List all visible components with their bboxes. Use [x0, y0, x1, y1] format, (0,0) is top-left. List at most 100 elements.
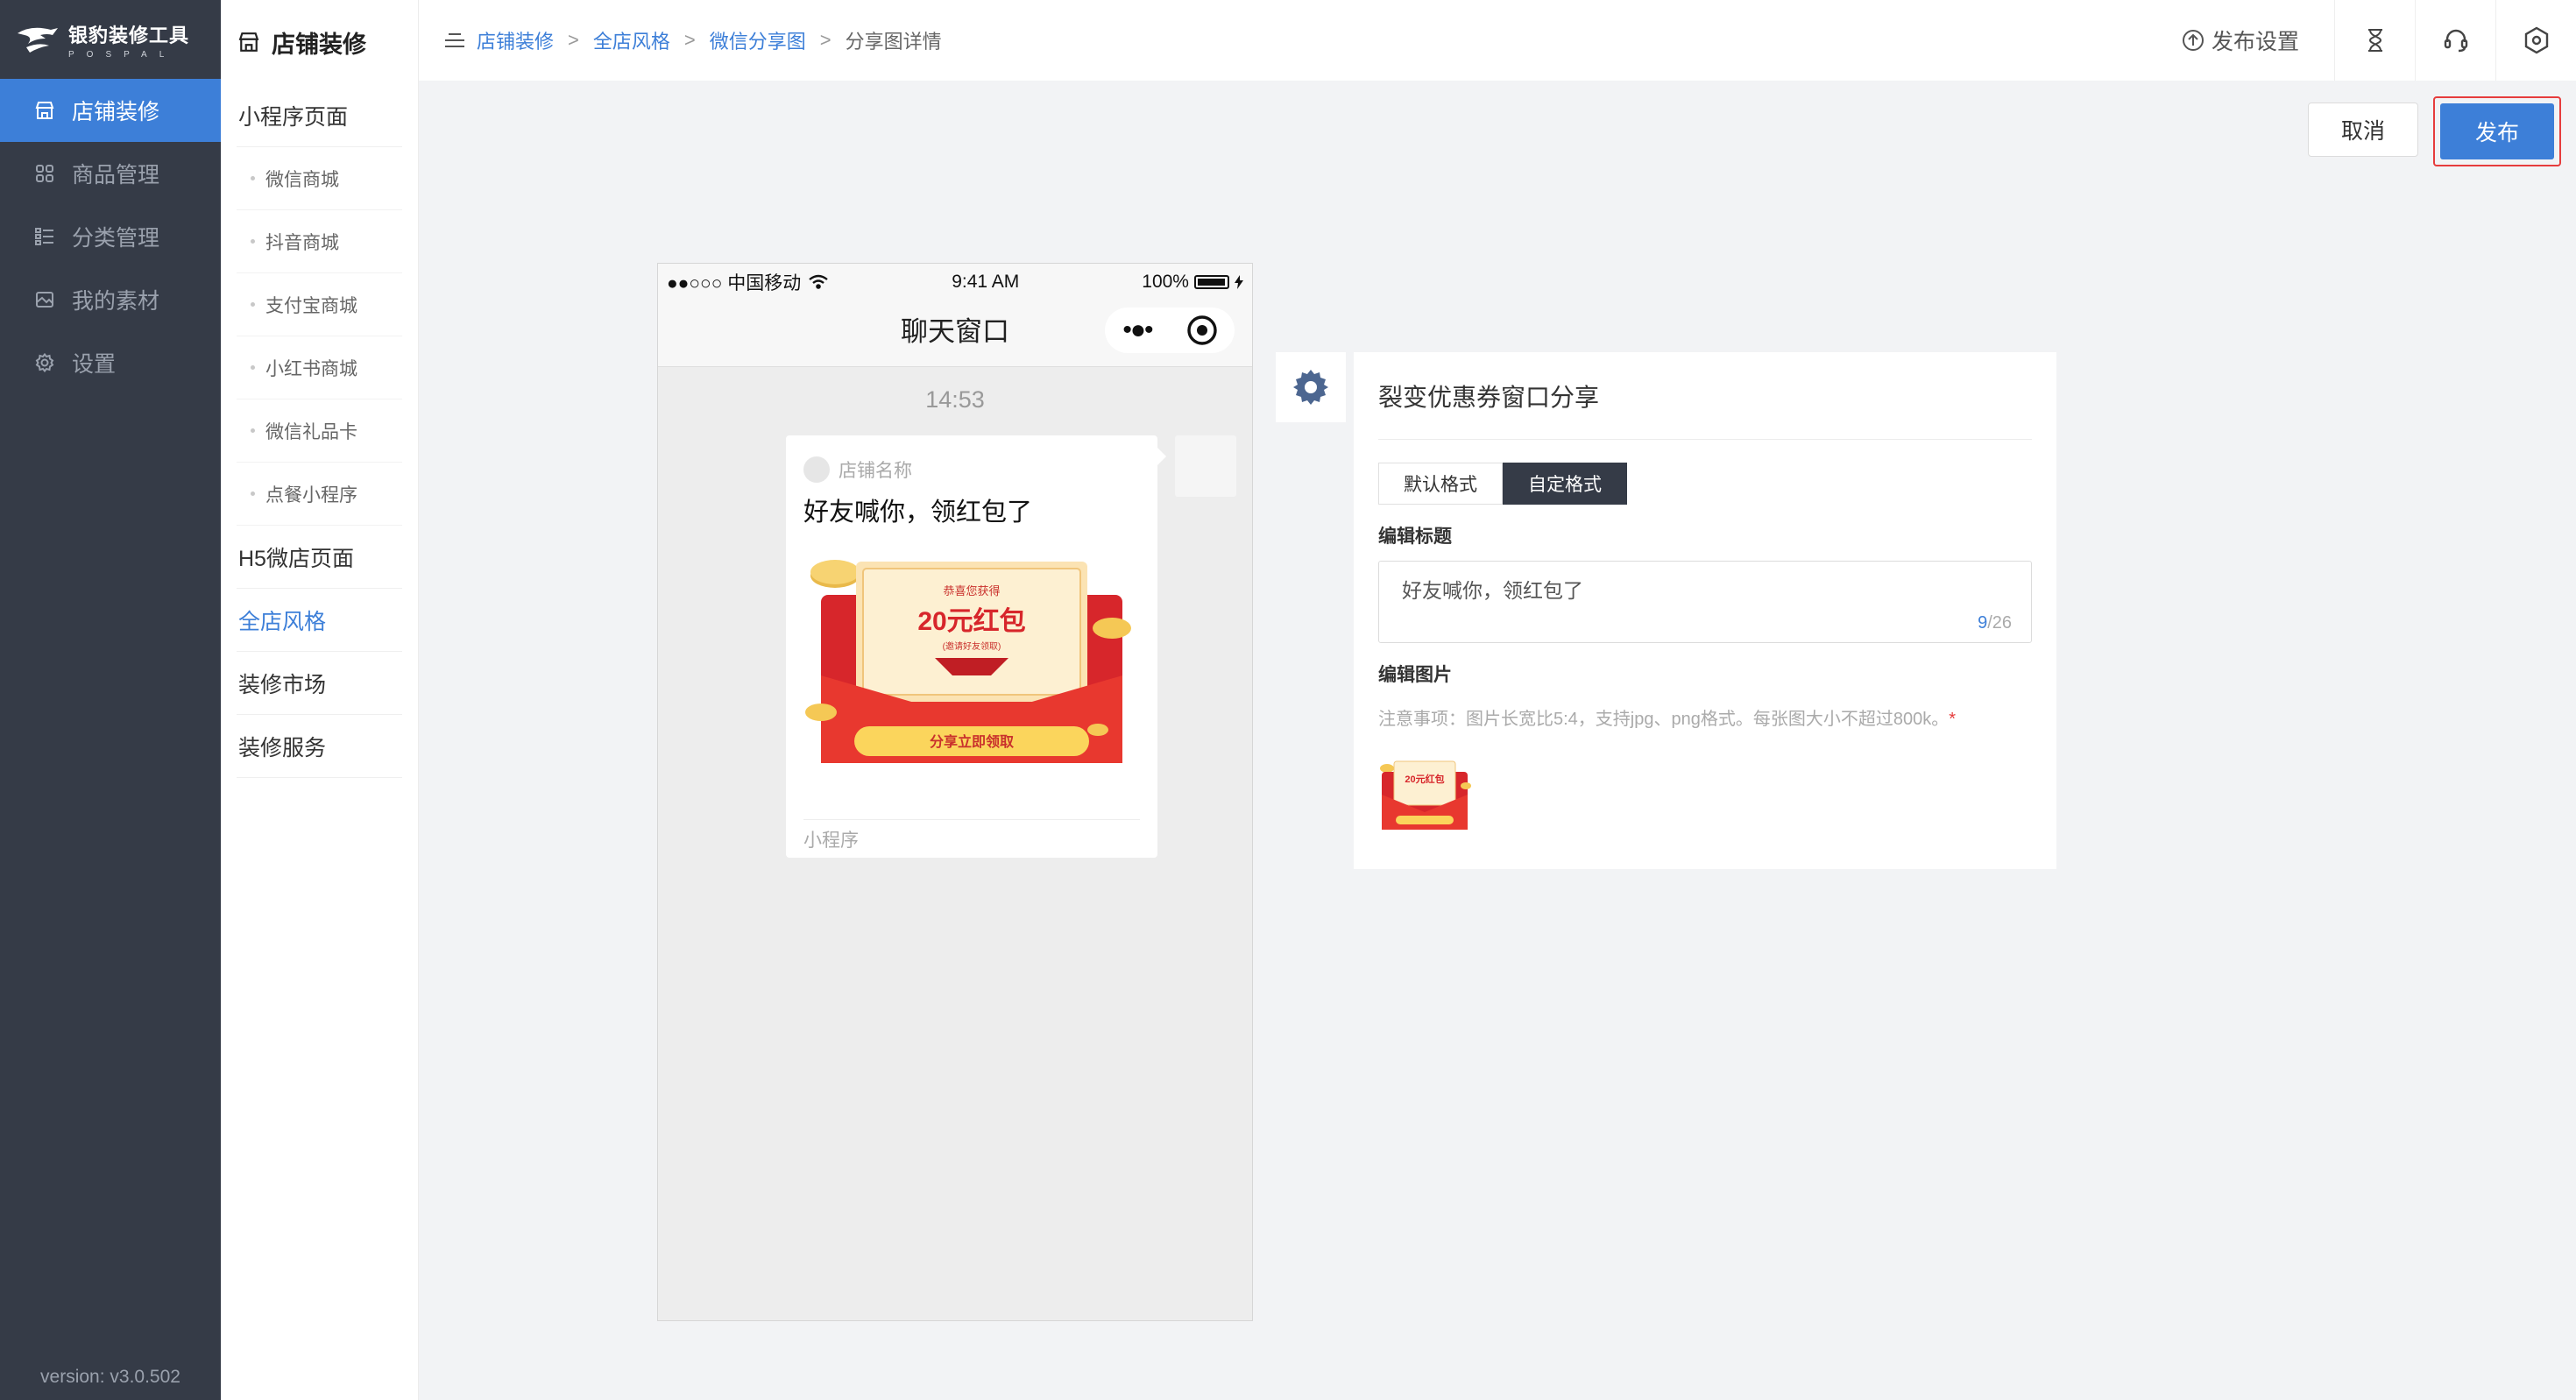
title-textarea[interactable]: 好友喊你，领红包了 9/26 — [1378, 561, 2032, 643]
edit-title-label: 编辑标题 — [1378, 527, 1452, 547]
phone-header: ●●○○○ 中国移动 9:41 AM 100% 聊天窗口 •●• — [658, 264, 1252, 367]
share-card-footer: 小程序 — [803, 819, 1140, 858]
menu-icon[interactable] — [443, 32, 466, 49]
store-icon — [238, 32, 259, 53]
nav-item-categories[interactable]: 分类管理 — [0, 205, 221, 268]
phone-preview: ●●○○○ 中国移动 9:41 AM 100% 聊天窗口 •●• 14:53 店… — [657, 263, 1253, 1321]
nav-label: 我的素材 — [72, 289, 160, 314]
cancel-button[interactable]: 取消 — [2308, 103, 2418, 157]
hourglass-icon — [2367, 29, 2382, 52]
bullet-icon — [251, 302, 255, 307]
version-text: version: v3.0.502 — [40, 1367, 180, 1387]
panel-title: 裂变优惠券窗口分享 — [1378, 352, 2032, 440]
promo-top-text: 恭喜您获得 — [943, 584, 1000, 597]
bullet-icon — [251, 176, 255, 180]
sidebar-item-market[interactable]: 装修市场 — [237, 652, 402, 715]
breadcrumb: 店铺装修 > 全店风格 > 微信分享图 > 分享图详情 — [443, 26, 942, 54]
battery-icon — [1193, 275, 1229, 289]
upload-circle-icon — [2182, 29, 2204, 52]
sidebar-subitem-label: 点餐小程序 — [265, 484, 357, 506]
sidebar-subitem-wechat-mall[interactable]: 微信商城 — [237, 147, 402, 210]
hex-gear-icon — [2524, 26, 2548, 54]
secondary-sidebar: 店铺装修 小程序页面 微信商城 抖音商城 支付宝商城 小红书商城 微信礼品卡 点… — [221, 0, 419, 1400]
sidebar-subitem-label: 微信礼品卡 — [265, 421, 357, 442]
wifi-icon — [809, 274, 829, 289]
nav-item-store-decor[interactable]: 店铺装修 — [0, 79, 221, 142]
status-bar: ●●○○○ 中国移动 9:41 AM 100% — [658, 264, 1252, 301]
bullet-icon — [251, 491, 255, 496]
publish-settings-label: 发布设置 — [2211, 30, 2299, 54]
breadcrumb-separator: > — [683, 29, 696, 51]
image-thumbnail[interactable]: 20元红包 — [1378, 751, 1471, 837]
char-counter: 9/26 — [1978, 613, 2012, 633]
more-dots-icon[interactable]: •●• — [1105, 317, 1170, 343]
breadcrumb-wechat-share[interactable]: 微信分享图 — [710, 26, 806, 54]
tab-custom-format[interactable]: 自定格式 — [1503, 463, 1627, 505]
publish-button[interactable]: 发布 — [2440, 103, 2554, 159]
sidebar-title: 店铺装修 — [272, 31, 366, 58]
store-icon — [33, 99, 56, 122]
breadcrumb-store-decor[interactable]: 店铺装修 — [477, 26, 554, 54]
edit-image-label: 编辑图片 — [1378, 665, 1452, 685]
title-value: 好友喊你，领红包了 — [1402, 579, 1583, 602]
share-card-title: 好友喊你，领红包了 — [803, 498, 1033, 527]
sidebar-subitem-label: 微信商城 — [265, 169, 339, 190]
sidebar-subitem-xiaohongshu-mall[interactable]: 小红书商城 — [237, 336, 402, 399]
image-note: 注意事项：图片长宽比5:4，支持jpg、png格式。每张图大小不超过800k。* — [1378, 704, 2032, 730]
tab-default-format[interactable]: 默认格式 — [1378, 463, 1503, 505]
required-star: * — [1949, 710, 1957, 729]
breadcrumb-store-style[interactable]: 全店风格 — [593, 26, 670, 54]
breadcrumb-current: 分享图详情 — [845, 31, 942, 53]
image-icon — [33, 288, 56, 311]
sidebar-item-store-style[interactable]: 全店风格 — [237, 589, 402, 652]
nav-label: 店铺装修 — [72, 100, 160, 124]
mini-program-capsule[interactable]: •●• — [1105, 308, 1235, 353]
gear-icon — [33, 351, 56, 374]
clock-text: 9:41 AM — [952, 272, 1020, 292]
settings-panel: 裂变优惠券窗口分享 默认格式 自定格式 编辑标题 好友喊你，领红包了 9/26 … — [1354, 352, 2056, 869]
nav-item-products[interactable]: 商品管理 — [0, 142, 221, 205]
sidebar-subitem-douyin-mall[interactable]: 抖音商城 — [237, 210, 402, 273]
user-avatar — [1175, 435, 1236, 497]
gear-icon — [1293, 370, 1328, 405]
sidebar-item-h5[interactable]: H5微店页面 — [237, 526, 402, 589]
sidebar-subitem-label: 抖音商城 — [265, 232, 339, 253]
format-tabs: 默认格式 自定格式 — [1378, 463, 2032, 505]
sidebar-item-service[interactable]: 装修服务 — [237, 715, 402, 778]
main-nav: 银豹装修工具 POSPAL 店铺装修 商品管理 分类管理 我的素材 设置 ver… — [0, 0, 221, 1400]
logo: 银豹装修工具 POSPAL — [0, 0, 221, 79]
share-card[interactable]: 店铺名称 好友喊你，领红包了 恭喜您获得 20元红包 (邀请好友领取) 分享立即… — [786, 435, 1166, 858]
bullet-icon — [251, 239, 255, 244]
support-button[interactable] — [2415, 0, 2495, 81]
sidebar-subitem-alipay-mall[interactable]: 支付宝商城 — [237, 273, 402, 336]
close-circle-icon[interactable] — [1170, 315, 1235, 346]
battery-text: 100% — [1142, 272, 1189, 292]
sidebar-item-mini-program[interactable]: 小程序页面 — [237, 84, 402, 147]
list-icon — [33, 225, 56, 248]
grid-icon — [33, 162, 56, 185]
sidebar-subitem-gift-card[interactable]: 微信礼品卡 — [237, 399, 402, 463]
carrier-text: ●●○○○ 中国移动 — [667, 273, 802, 293]
nav-item-materials[interactable]: 我的素材 — [0, 268, 221, 331]
bullet-icon — [251, 428, 255, 433]
component-settings-tab[interactable] — [1276, 352, 1346, 422]
shop-avatar — [803, 456, 830, 483]
share-card-image: 恭喜您获得 20元红包 (邀请好友领取) 分享立即领取 — [803, 544, 1140, 781]
breadcrumb-separator: > — [819, 29, 832, 51]
publish-highlight-frame: 发布 — [2433, 96, 2561, 166]
image-note-text: 注意事项：图片长宽比5:4，支持jpg、png格式。每张图大小不超过800k。 — [1378, 710, 1950, 729]
settings-button[interactable] — [2495, 0, 2576, 81]
hourglass-button[interactable] — [2334, 0, 2415, 81]
logo-subtitle: POSPAL — [68, 49, 177, 60]
top-bar: 店铺装修 > 全店风格 > 微信分享图 > 分享图详情 发布设置 — [419, 0, 2576, 81]
logo-title: 银豹装修工具 — [68, 24, 190, 46]
char-count: 9 — [1978, 613, 1988, 633]
charging-icon — [1234, 275, 1243, 289]
publish-settings-button[interactable]: 发布设置 — [2182, 25, 2334, 56]
sidebar-subitem-ordering[interactable]: 点餐小程序 — [237, 463, 402, 526]
thumb-amount-text: 20元红包 — [1405, 773, 1444, 785]
nav-item-settings[interactable]: 设置 — [0, 331, 221, 394]
bullet-icon — [251, 365, 255, 370]
nav-label: 设置 — [72, 352, 117, 377]
headset-icon — [2444, 29, 2467, 53]
